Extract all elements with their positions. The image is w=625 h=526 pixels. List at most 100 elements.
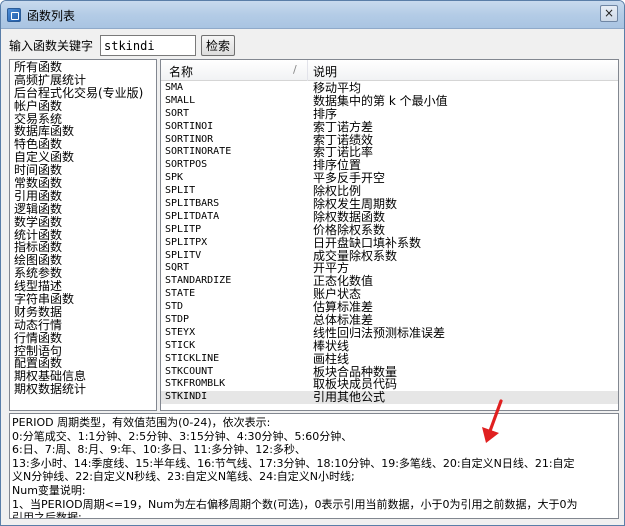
- category-item[interactable]: 配置函数: [14, 357, 156, 370]
- table-row[interactable]: STATE 账户状态: [161, 288, 618, 301]
- function-desc-cell: 线性回归法预测标准误差: [313, 325, 446, 340]
- column-separator[interactable]: [307, 60, 308, 81]
- close-icon: ×: [603, 6, 615, 20]
- function-name-cell: STICK: [165, 339, 196, 351]
- function-name-cell: SPK: [165, 172, 184, 184]
- category-item[interactable]: 期权数据统计: [14, 383, 156, 396]
- detail-line: Num变量说明:: [12, 483, 86, 497]
- column-header-name[interactable]: 名称: [169, 63, 193, 80]
- category-item[interactable]: 高频扩展统计: [14, 74, 156, 87]
- function-desc-cell: 棒状线: [313, 338, 350, 353]
- function-desc-cell: 除权数据函数: [313, 209, 386, 224]
- category-item[interactable]: 后台程式化交易(专业版): [14, 87, 156, 100]
- function-name-cell: STICKLINE: [165, 352, 220, 364]
- function-name-cell: SPLITBARS: [165, 198, 220, 210]
- category-item[interactable]: 系统参数: [14, 267, 156, 280]
- table-row[interactable]: SORT 排序: [161, 106, 618, 121]
- function-name-cell: SORTINOR: [165, 133, 214, 145]
- category-item[interactable]: 常数函数: [14, 177, 156, 190]
- table-row[interactable]: STDP 总体标准差: [161, 314, 618, 327]
- function-desc-cell: 除权发生周期数: [313, 197, 398, 212]
- title-bar: 函数列表 ×: [1, 1, 624, 29]
- table-row[interactable]: STKFROMBLK 取板块成员代码: [161, 378, 618, 391]
- category-item[interactable]: 指标函数: [14, 241, 156, 254]
- table-row[interactable]: SPLITPX 日开盘缺口填补系数: [161, 235, 618, 250]
- table-row[interactable]: STICKLINE 画柱线: [161, 351, 618, 366]
- table-row[interactable]: STANDARDIZE 正态化数值: [161, 275, 618, 288]
- category-item[interactable]: 所有函数: [14, 61, 156, 74]
- table-row[interactable]: SORTINOR 索丁诺绩效: [161, 133, 618, 147]
- table-row[interactable]: SMA 移动平均: [161, 82, 618, 95]
- table-row[interactable]: SPLITP 价格除权系数: [161, 222, 618, 237]
- category-item[interactable]: 特色函数: [14, 138, 156, 151]
- category-item[interactable]: 统计函数: [14, 229, 156, 242]
- category-item[interactable]: 控制语句: [14, 345, 156, 358]
- search-input[interactable]: [100, 35, 196, 56]
- function-table[interactable]: 名称 / 说明 SMA 移动平均 SMALL 数据集中的第 k 个最小值 SORT 排序 S…: [160, 59, 619, 411]
- function-name-cell: SPLITPX: [165, 236, 208, 248]
- search-label: 输入函数关键字: [9, 39, 94, 53]
- function-name-cell: STDP: [165, 314, 190, 326]
- window-title: 函数列表: [27, 9, 76, 23]
- function-name-cell: STEYX: [165, 326, 196, 338]
- category-item[interactable]: 线型描述: [14, 280, 156, 293]
- category-item[interactable]: 数据库函数: [14, 125, 156, 138]
- category-item[interactable]: 行情函数: [14, 332, 156, 345]
- detail-line: 6:日、7:周、8:月、9:年、10:多日、11:多分钟、12:多秒、: [12, 443, 306, 457]
- category-item[interactable]: 引用函数: [14, 190, 156, 203]
- category-item[interactable]: 帐户函数: [14, 100, 156, 113]
- table-row[interactable]: SMALL 数据集中的第 k 个最小值: [161, 93, 618, 108]
- table-row[interactable]: STICK 棒状线: [161, 338, 618, 353]
- function-desc-cell: 排序: [313, 106, 338, 121]
- table-row[interactable]: SPK 平多反手开空: [161, 172, 618, 185]
- function-name-cell: SORTPOS: [165, 159, 208, 171]
- function-desc-cell: 日开盘缺口填补系数: [313, 235, 422, 250]
- category-list[interactable]: 所有函数 高频扩展统计 后台程式化交易(专业版) 帐户函数 交易系统 数据库函数 特色函数自…: [9, 59, 157, 411]
- table-row[interactable]: SPLITBARS 除权发生周期数: [161, 198, 618, 211]
- function-desc-cell: 数据集中的第 k 个最小值: [313, 93, 448, 108]
- category-item[interactable]: 数学函数: [14, 216, 156, 229]
- function-name-cell: SPLIT: [165, 185, 196, 197]
- column-header-desc[interactable]: 说明: [313, 63, 337, 80]
- category-item[interactable]: 动态行情: [14, 319, 156, 332]
- table-body: SMA 移动平均 SMALL 数据集中的第 k 个最小值 SORT 排序 SORTINOI 索…: [161, 82, 618, 405]
- function-name-cell: SMALL: [165, 94, 196, 106]
- table-row[interactable]: SQRT 开平方: [161, 262, 618, 275]
- detail-line: 义N分钟线、22:自定义N秒线、23:自定义N笔线、24:自定义N小时线;: [12, 470, 355, 484]
- category-item[interactable]: 绘图函数: [14, 254, 156, 267]
- function-desc-cell: 总体标准差: [313, 313, 374, 328]
- category-item[interactable]: 财务数据: [14, 306, 156, 319]
- table-row[interactable]: SORTINORATE 索丁诺比率: [161, 146, 618, 159]
- category-item[interactable]: 期权基础信息: [14, 370, 156, 383]
- detail-line: 引用之后数据;: [12, 511, 82, 519]
- app-icon: [7, 8, 21, 22]
- category-items: 所有函数 高频扩展统计 后台程式化交易(专业版) 帐户函数 交易系统 数据库函数 特色函数自…: [10, 60, 156, 396]
- table-row[interactable]: STD 估算标准差: [161, 301, 618, 314]
- function-name-cell: STD: [165, 301, 184, 313]
- annotation-arrow-icon: [482, 399, 503, 443]
- function-name-cell: SPLITV: [165, 249, 202, 261]
- category-item[interactable]: 自定义函数: [14, 151, 156, 164]
- category-item[interactable]: 字符串函数: [14, 293, 156, 306]
- function-name-cell: SMA: [165, 82, 184, 93]
- function-desc-cell: 移动平均: [313, 81, 362, 95]
- function-desc-cell: 价格除权系数: [313, 222, 386, 237]
- search-button[interactable]: 检索: [201, 35, 235, 56]
- category-item[interactable]: 交易系统: [14, 113, 156, 126]
- table-row[interactable]: SPLITDATA 除权数据函数: [161, 211, 618, 224]
- table-row[interactable]: SPLITV 成交量除权系数: [161, 249, 618, 263]
- close-button[interactable]: ×: [600, 5, 618, 22]
- function-name-cell: SORTINORATE: [165, 146, 232, 158]
- function-desc-cell: 索丁诺方差: [313, 119, 374, 134]
- detail-line: 13:多小时、14:季度线、15:半年线、16:节气线、17:3分钟、18:10…: [12, 456, 575, 470]
- category-item[interactable]: 时间函数: [14, 164, 156, 177]
- table-row[interactable]: STEYX 线性回归法预测标准误差: [161, 327, 618, 340]
- table-header: 名称 / 说明: [161, 60, 618, 81]
- category-item[interactable]: 逻辑函数: [14, 203, 156, 216]
- function-name-cell: STANDARDIZE: [165, 275, 232, 287]
- table-row[interactable]: SORTINOI 索丁诺方差: [161, 119, 618, 134]
- function-desc-cell: 画柱线: [313, 351, 350, 366]
- table-row[interactable]: STKINDI 引用其他公式: [161, 391, 618, 405]
- function-detail-panel[interactable]: PERIOD 周期类型，有效值范围为(0-24)，依次表示: 0:分笔成交、1:1…: [9, 413, 619, 519]
- table-row[interactable]: SORTPOS 排序位置: [161, 159, 618, 172]
